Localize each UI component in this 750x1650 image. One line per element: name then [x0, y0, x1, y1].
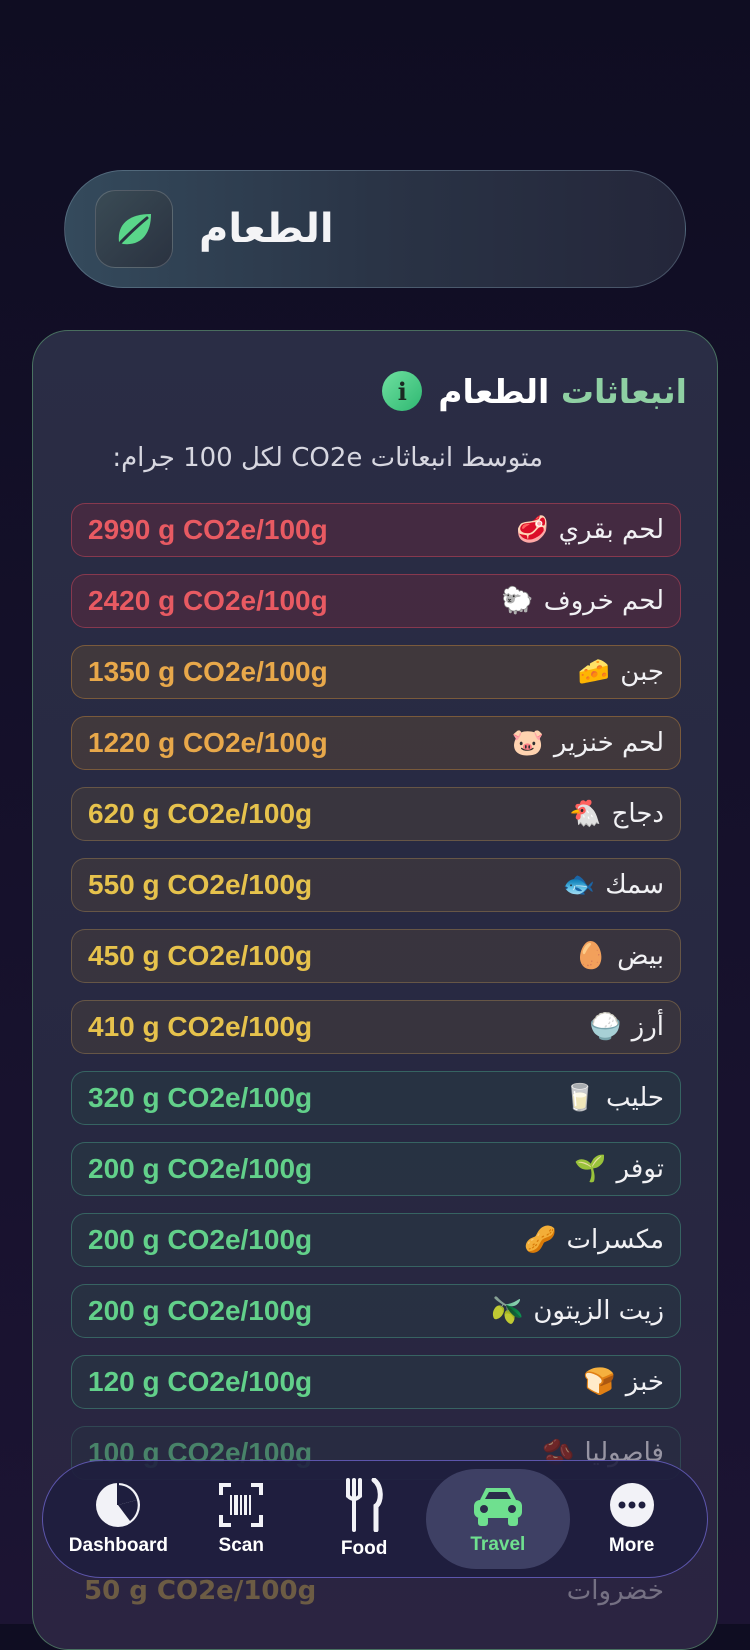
emission-value: 2990 g CO2e/100g — [88, 514, 328, 545]
fork-knife-icon — [346, 1478, 383, 1532]
emission-value: 450 g CO2e/100g — [88, 940, 313, 971]
emission-value: 1350 g CO2e/100g — [88, 656, 328, 687]
food-label: مكسرات — [566, 1225, 664, 1255]
food-name: بيض 🥚 — [575, 941, 664, 971]
barcode-scan-icon — [219, 1483, 264, 1527]
partial-row-vegetables: 50 g CO2e/100g خضروات — [84, 1576, 664, 1606]
pie-chart-icon — [96, 1483, 141, 1527]
food-emoji-icon: 🐷 — [511, 728, 544, 758]
food-name: سمك 🐟 — [563, 870, 664, 900]
food-emoji-icon: 🥩 — [516, 515, 549, 545]
food-label: حليب — [605, 1083, 664, 1113]
food-label: أرز — [631, 1012, 664, 1042]
tab-more[interactable]: More — [570, 1469, 693, 1569]
more-dots-icon — [609, 1483, 654, 1527]
food-name: توفر 🌱 — [574, 1154, 664, 1184]
food-name: دجاج 🐔 — [569, 799, 664, 829]
tab-scan[interactable]: Scan — [180, 1469, 303, 1569]
card-subtitle: متوسط انبعاثات CO2e لكل 100 جرام: — [112, 443, 543, 473]
tab-dashboard[interactable]: Dashboard — [57, 1469, 180, 1569]
emission-row: 410 g CO2e/100g أرز 🍚 — [71, 1000, 681, 1054]
emission-value: 410 g CO2e/100g — [88, 1011, 313, 1042]
food-label: بيض — [617, 941, 664, 971]
emission-row: 200 g CO2e/100g زيت الزيتون 🫒 — [71, 1284, 681, 1338]
emission-value: 120 g CO2e/100g — [88, 1366, 313, 1397]
info-icon[interactable]: i — [382, 371, 423, 411]
food-label: زيت الزيتون — [533, 1296, 664, 1326]
food-name: أرز 🍚 — [589, 1012, 664, 1042]
food-emoji-icon: 🥛 — [563, 1083, 596, 1113]
food-label: لحم بقري — [558, 515, 664, 545]
food-emoji-icon: 🐟 — [562, 870, 596, 900]
emission-value: 320 g CO2e/100g — [88, 1082, 313, 1113]
emission-row: 320 g CO2e/100g حليب 🥛 — [71, 1071, 681, 1125]
food-emoji-icon: 🐑 — [501, 586, 534, 616]
emission-row: 1220 g CO2e/100g لحم خنزير 🐷 — [71, 716, 681, 770]
food-label: توفر — [616, 1154, 664, 1184]
food-name: حليب 🥛 — [564, 1083, 664, 1113]
food-label: لحم خروف — [543, 586, 664, 616]
header-bar: الطعام — [64, 170, 686, 288]
emission-value: 1220 g CO2e/100g — [88, 727, 328, 758]
emission-value: 200 g CO2e/100g — [88, 1153, 313, 1184]
food-emoji-icon: 🫒 — [490, 1296, 524, 1326]
emission-row: 450 g CO2e/100g بيض 🥚 — [71, 929, 681, 983]
food-label: دجاج — [611, 799, 664, 829]
food-name: لحم خروف 🐑 — [501, 586, 664, 616]
food-emoji-icon: 🍚 — [589, 1012, 622, 1042]
emission-value: 2420 g CO2e/100g — [88, 585, 328, 616]
food-label: لحم خنزير — [553, 728, 664, 758]
food-emoji-icon: 🥜 — [524, 1225, 557, 1255]
emission-row: 620 g CO2e/100g دجاج 🐔 — [71, 787, 681, 841]
emission-row: 200 g CO2e/100g مكسرات 🥜 — [71, 1213, 681, 1267]
emission-value: 620 g CO2e/100g — [88, 798, 313, 829]
food-emoji-icon: 🧀 — [577, 657, 611, 687]
emission-row: 550 g CO2e/100g سمك 🐟 — [71, 858, 681, 912]
tab-food[interactable]: Food — [303, 1469, 426, 1569]
food-emoji-icon: 🥚 — [574, 941, 608, 971]
emissions-list: 2990 g CO2e/100g لحم بقري 🥩 2420 g CO2e/100… — [71, 503, 681, 1497]
card-title: انبعاثات الطعام — [438, 371, 687, 411]
emission-value: 550 g CO2e/100g — [88, 869, 313, 900]
food-name: مكسرات 🥜 — [524, 1225, 664, 1255]
page-title: الطعام — [199, 206, 334, 252]
food-label: جبن — [620, 657, 664, 687]
food-name: خبز 🍞 — [583, 1367, 664, 1397]
food-label: سمك — [605, 870, 664, 900]
emission-value: 200 g CO2e/100g — [88, 1224, 313, 1255]
bottom-tab-bar: Dashboard Scan Food Travel More — [42, 1460, 708, 1578]
food-emoji-icon: 🌱 — [574, 1154, 607, 1184]
food-label: خبز — [625, 1367, 664, 1397]
leaf-icon — [95, 190, 173, 268]
food-name: زيت الزيتون 🫒 — [491, 1296, 664, 1326]
food-name: لحم بقري 🥩 — [516, 515, 664, 545]
emission-value: 200 g CO2e/100g — [88, 1295, 313, 1326]
emission-row: 200 g CO2e/100g توفر 🌱 — [71, 1142, 681, 1196]
food-emoji-icon: 🐔 — [569, 799, 602, 829]
tab-travel[interactable]: Travel — [425, 1469, 571, 1569]
food-name: جبن 🧀 — [578, 657, 664, 687]
food-emissions-card: انبعاثات الطعام i متوسط انبعاثات CO2e لك… — [32, 330, 718, 1650]
car-icon — [473, 1488, 522, 1526]
food-emoji-icon: 🍞 — [583, 1367, 616, 1397]
emission-row: 1350 g CO2e/100g جبن 🧀 — [71, 645, 681, 699]
emission-row: 120 g CO2e/100g خبز 🍞 — [71, 1355, 681, 1409]
food-name: لحم خنزير 🐷 — [512, 728, 665, 758]
emission-row: 2990 g CO2e/100g لحم بقري 🥩 — [71, 503, 681, 557]
emission-row: 2420 g CO2e/100g لحم خروف 🐑 — [71, 574, 681, 628]
